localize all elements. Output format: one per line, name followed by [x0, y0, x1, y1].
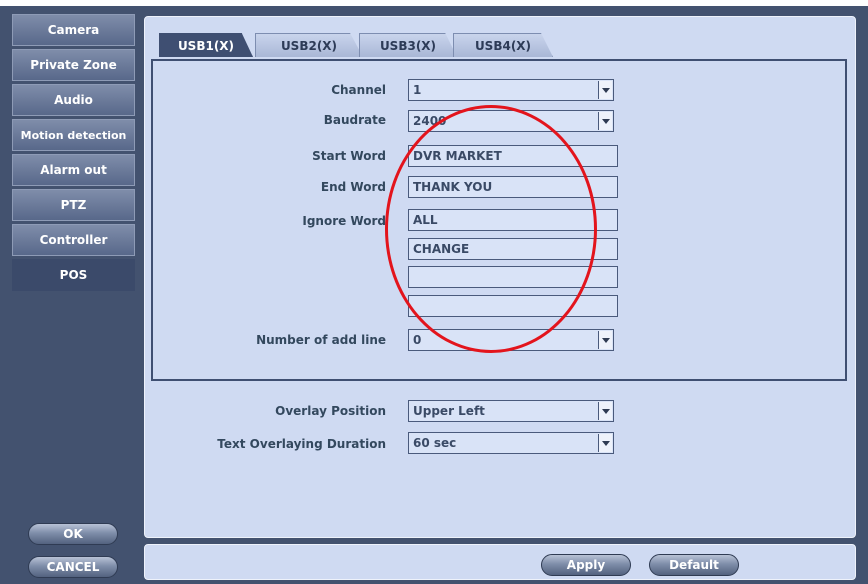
sidebar-item-audio[interactable]: Audio: [12, 84, 135, 116]
apply-button[interactable]: Apply: [541, 554, 631, 576]
tab-usb4[interactable]: USB4(X): [453, 33, 553, 57]
tab-usb1[interactable]: USB1(X): [159, 33, 253, 57]
channel-label: Channel: [331, 83, 386, 97]
chevron-down-icon[interactable]: [598, 112, 612, 130]
baudrate-select[interactable]: 2400: [408, 110, 614, 132]
sidebar-item-motion-detection[interactable]: Motion detection: [12, 119, 135, 151]
add-line-label: Number of add line: [256, 333, 386, 347]
overlay-duration-select[interactable]: 60 sec: [408, 432, 614, 454]
end-word-label: End Word: [320, 180, 386, 194]
bottom-bar: [144, 544, 856, 580]
start-word-label: Start Word: [312, 149, 386, 163]
start-word-input[interactable]: DVR MARKET: [408, 145, 618, 167]
chevron-down-icon[interactable]: [598, 434, 612, 452]
sidebar-item-alarm-out[interactable]: Alarm out: [12, 154, 135, 186]
sidebar-item-ptz[interactable]: PTZ: [12, 189, 135, 221]
channel-select[interactable]: 1: [408, 79, 614, 101]
sidebar-item-private-zone[interactable]: Private Zone: [12, 49, 135, 81]
overlay-duration-value: 60 sec: [413, 436, 457, 450]
sidebar-item-pos[interactable]: POS: [12, 259, 135, 291]
ok-button[interactable]: OK: [28, 523, 118, 545]
channel-value: 1: [413, 83, 422, 97]
tab-usb3[interactable]: USB3(X): [359, 33, 457, 57]
tab-usb2[interactable]: USB2(X): [255, 33, 363, 57]
sidebar: Camera Private Zone Audio Motion detecti…: [12, 14, 135, 294]
chevron-down-icon[interactable]: [598, 81, 612, 99]
overlay-duration-label: Text Overlaying Duration: [217, 437, 386, 451]
add-line-select[interactable]: 0: [408, 329, 614, 351]
sidebar-item-controller[interactable]: Controller: [12, 224, 135, 256]
overlay-position-select[interactable]: Upper Left: [408, 400, 614, 422]
ignore-word-input-3[interactable]: [408, 266, 618, 288]
chevron-down-icon[interactable]: [598, 331, 612, 349]
default-button[interactable]: Default: [649, 554, 739, 576]
sidebar-item-camera[interactable]: Camera: [12, 14, 135, 46]
cancel-button[interactable]: CANCEL: [28, 556, 118, 578]
ignore-word-input-1[interactable]: ALL: [408, 209, 618, 231]
overlay-position-value: Upper Left: [413, 404, 485, 418]
overlay-position-label: Overlay Position: [275, 404, 386, 418]
add-line-value: 0: [413, 333, 422, 347]
baudrate-label: Baudrate: [323, 113, 386, 127]
ignore-word-label: Ignore Word: [302, 214, 386, 228]
ignore-word-input-4[interactable]: [408, 295, 618, 317]
chevron-down-icon[interactable]: [598, 402, 612, 420]
baudrate-value: 2400: [413, 114, 447, 128]
end-word-input[interactable]: THANK YOU: [408, 176, 618, 198]
ignore-word-input-2[interactable]: CHANGE: [408, 238, 618, 260]
